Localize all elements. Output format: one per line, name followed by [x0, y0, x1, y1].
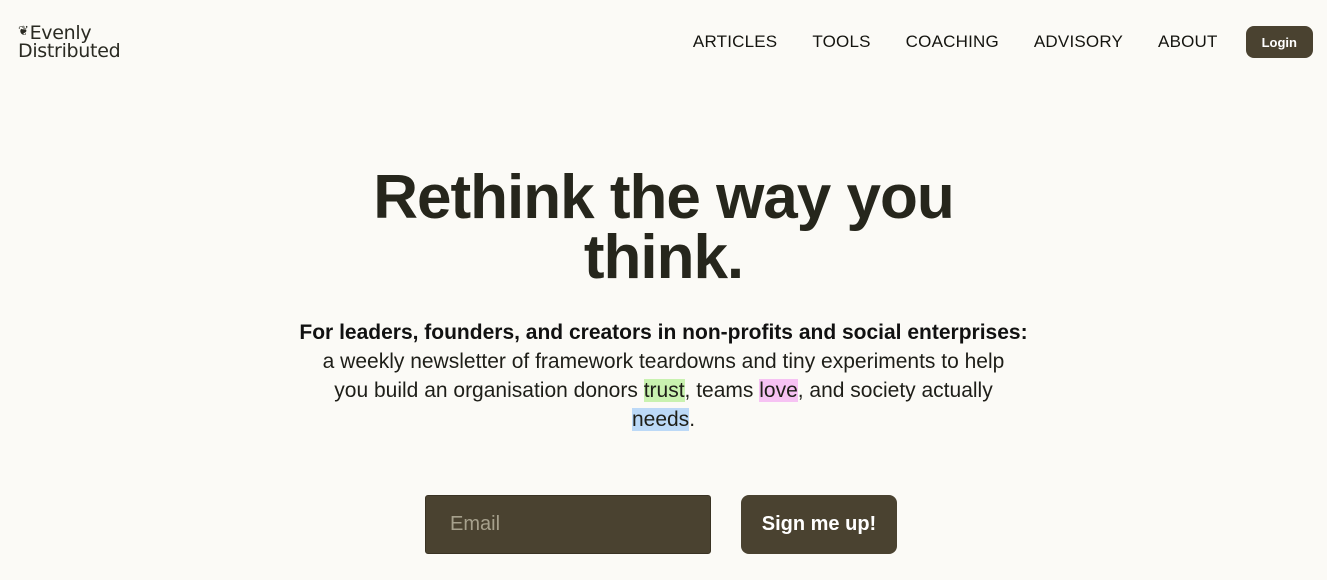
- signup-form: Sign me up!: [425, 495, 897, 554]
- hero-title-line1: Rethink the way you: [373, 163, 954, 232]
- site-header: ❦ Evenly Distributed ARTICLES TOOLS COAC…: [0, 0, 1327, 84]
- audience-lead: For leaders, founders, and creators in n…: [299, 321, 1028, 344]
- highlight-trust: trust: [643, 379, 685, 402]
- login-button[interactable]: Login: [1245, 26, 1313, 58]
- email-input[interactable]: [425, 495, 711, 554]
- highlight-love: love: [759, 379, 798, 402]
- description-part-3: , and society actually: [797, 379, 993, 402]
- bird-icon: ❦: [18, 23, 29, 39]
- sign-up-button[interactable]: Sign me up!: [741, 495, 897, 554]
- nav-item-articles[interactable]: ARTICLES: [693, 32, 777, 52]
- hero-title-line2: think.: [583, 223, 744, 292]
- highlight-needs: needs: [631, 408, 690, 431]
- main-nav: ARTICLES TOOLS COACHING ADVISORY ABOUT L…: [693, 26, 1313, 58]
- newsletter-description: a weekly newsletter of framework teardow…: [314, 347, 1014, 434]
- nav-item-about[interactable]: ABOUT: [1158, 32, 1218, 52]
- nav-item-tools[interactable]: TOOLS: [812, 32, 870, 52]
- brand-name-distributed: Distributed: [18, 40, 121, 62]
- description-part-2: , teams: [684, 379, 760, 402]
- description-part-4: .: [689, 408, 696, 431]
- brand-logo[interactable]: ❦ Evenly Distributed: [18, 23, 121, 62]
- hero-title: Rethink the way you think.: [0, 163, 1327, 292]
- nav-item-advisory[interactable]: ADVISORY: [1034, 32, 1123, 52]
- hero-subtitle: For leaders, founders, and creators in n…: [0, 318, 1327, 434]
- nav-item-coaching[interactable]: COACHING: [906, 32, 999, 52]
